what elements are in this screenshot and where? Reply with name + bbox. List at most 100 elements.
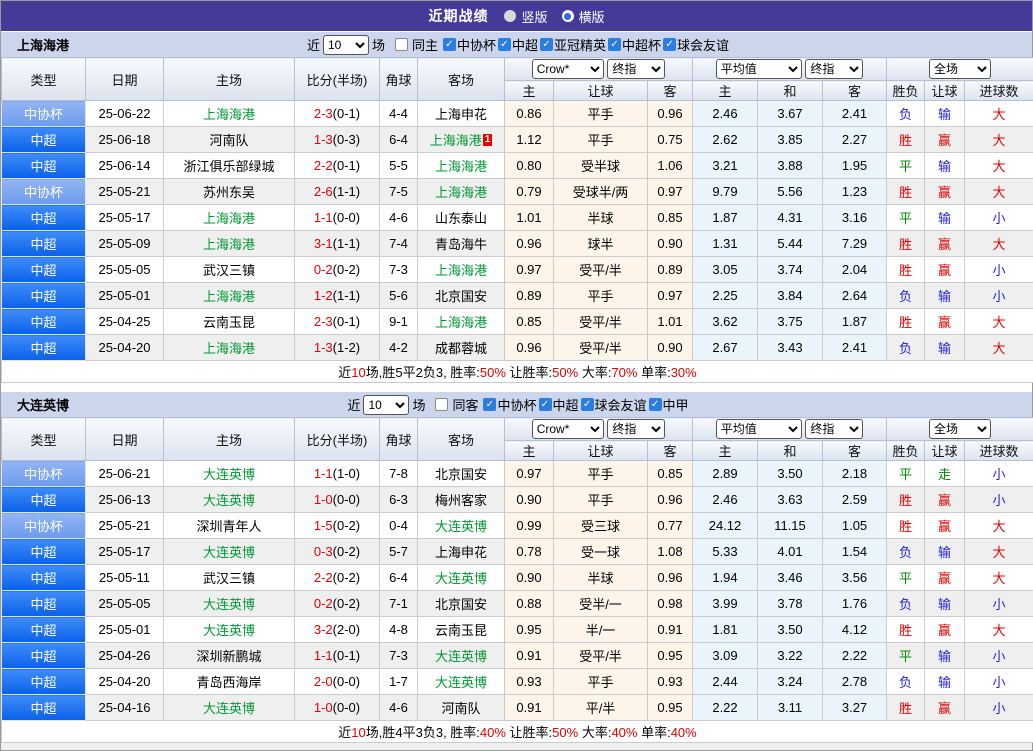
away-team-name: 上海海港 [435, 263, 487, 278]
match-row: 中协杯25-05-21深圳青年人1-5(0-2)0-4大连英博0.99受三球0.… [2, 513, 1033, 539]
full-time-score: 1-0 [314, 492, 333, 507]
match-row: 中协杯25-06-21大连英博1-1(1-0)7-8北京国安0.97平手0.85… [2, 461, 1033, 487]
match-row: 中超25-04-25云南玉昆2-3(0-1)9-1上海海港0.85受平/半1.0… [2, 309, 1033, 335]
avg-away: 2.59 [823, 487, 887, 513]
match-date: 25-05-05 [86, 257, 164, 283]
odds-stage-select[interactable]: 终指 [607, 59, 665, 79]
recent-count-select[interactable]: 10 [323, 35, 369, 55]
away-team-name: 上海海港 [435, 185, 487, 200]
match-row: 中超25-06-13大连英博1-0(0-0)6-3梅州客家0.90平手0.962… [2, 487, 1033, 513]
league-checkbox-4[interactable]: ✓ [663, 38, 676, 51]
league-label-1: 中超 [553, 395, 579, 414]
league-checkbox-1[interactable]: ✓ [498, 38, 511, 51]
full-time-score: 2-6 [314, 184, 333, 199]
summary-segment: 让胜率: [506, 725, 552, 740]
half-time-score: (0-2) [333, 570, 360, 585]
average-stage-select[interactable]: 终指 [805, 419, 863, 439]
result-outcome: 胜 [887, 179, 925, 205]
odds-away: 0.85 [648, 205, 693, 231]
odds-away: 0.96 [648, 565, 693, 591]
same-venue-checkbox[interactable] [395, 38, 408, 51]
odds-handicap: 受平/半 [554, 643, 648, 669]
page: 近期战绩 竖版横版 上海海港近10场同主✓中协杯✓中超✓亚冠精英✓中超杯✓球会友… [0, 0, 1033, 751]
odds-handicap: 受平/半 [554, 309, 648, 335]
away-team: 北京国安 [418, 591, 505, 617]
odds-home: 0.91 [505, 643, 554, 669]
full-time-score: 1-0 [314, 700, 333, 715]
odds-company-select[interactable]: Crow* [532, 59, 604, 79]
league-checkbox-0[interactable]: ✓ [483, 398, 496, 411]
half-time-score: (0-2) [333, 544, 360, 559]
avg-home: 1.31 [693, 231, 758, 257]
recent-count-select[interactable]: 10 [363, 395, 409, 415]
half-time-score: (0-0) [333, 210, 360, 225]
result-goals: 大 [965, 617, 1033, 643]
radio-label-vertical: 竖版 [521, 7, 547, 26]
result-handicap: 输 [925, 153, 965, 179]
away-team: 梅州客家 [418, 487, 505, 513]
full-time-score: 1-2 [314, 288, 333, 303]
match-type: 中超 [2, 127, 86, 153]
corner-score: 5-5 [380, 153, 418, 179]
result-goals: 小 [965, 487, 1033, 513]
match-date: 25-05-17 [86, 539, 164, 565]
summary-segment: 50% [480, 365, 506, 380]
avg-away: 1.76 [823, 591, 887, 617]
league-checkbox-2[interactable]: ✓ [540, 38, 553, 51]
result-goals: 大 [965, 179, 1033, 205]
match-date: 25-05-01 [86, 283, 164, 309]
radio-icon-horizontal [562, 10, 574, 22]
summary-segment: 30% [671, 365, 697, 380]
full-time-score: 3-2 [314, 622, 333, 637]
match-type: 中超 [2, 695, 86, 721]
result-goals: 小 [965, 643, 1033, 669]
league-checkbox-2[interactable]: ✓ [581, 398, 594, 411]
home-team-name: 浙江俱乐部绿城 [183, 159, 274, 174]
result-goals: 大 [965, 309, 1033, 335]
away-team-name: 北京国安 [435, 289, 487, 304]
odds-away: 0.97 [648, 283, 693, 309]
sub-header-0: 主 [505, 81, 554, 101]
away-team: 大连英博 [418, 669, 505, 695]
sub-header-8: 进球数 [965, 441, 1033, 461]
league-checkbox-3[interactable]: ✓ [608, 38, 621, 51]
away-team-name: 上海海港 [435, 315, 487, 330]
scope-select[interactable]: 全场 [929, 59, 991, 79]
half-time-score: (0-1) [333, 314, 360, 329]
result-handicap: 走 [925, 461, 965, 487]
scope-select[interactable]: 全场 [929, 419, 991, 439]
average-stage-select[interactable]: 终指 [805, 59, 863, 79]
odds-home: 0.88 [505, 591, 554, 617]
average-label-select[interactable]: 平均值 [716, 419, 802, 439]
home-team: 上海海港 [164, 283, 295, 309]
away-team: 大连英博 [418, 513, 505, 539]
league-checkbox-3[interactable]: ✓ [649, 398, 662, 411]
radio-option-horizontal[interactable]: 横版 [562, 7, 605, 26]
summary-segment: 70% [611, 365, 637, 380]
away-team: 上海申花 [418, 101, 505, 127]
result-outcome: 平 [887, 461, 925, 487]
match-date: 25-04-25 [86, 309, 164, 335]
summary-row: 近10场,胜4平3负3, 胜率:40% 让胜率:50% 大率:40% 单率:40… [2, 721, 1033, 743]
odds-stage-select[interactable]: 终指 [607, 419, 665, 439]
home-team: 深圳青年人 [164, 513, 295, 539]
average-label-select[interactable]: 平均值 [716, 59, 802, 79]
away-team: 大连英博 [418, 565, 505, 591]
away-team-name: 北京国安 [435, 467, 487, 482]
avg-draw: 3.50 [758, 461, 823, 487]
score-cell: 0-3(0-2) [295, 539, 380, 565]
full-time-score: 1-3 [314, 340, 333, 355]
odds-company-select[interactable]: Crow* [532, 419, 604, 439]
away-team-name: 大连英博 [435, 519, 487, 534]
league-checkbox-1[interactable]: ✓ [539, 398, 552, 411]
same-venue-checkbox[interactable] [435, 398, 448, 411]
odds-handicap: 平/半 [554, 695, 648, 721]
match-type: 中超 [2, 617, 86, 643]
odds-handicap: 受一球 [554, 539, 648, 565]
avg-draw: 3.74 [758, 257, 823, 283]
odds-home: 0.90 [505, 487, 554, 513]
league-checkbox-0[interactable]: ✓ [443, 38, 456, 51]
odds-home: 1.12 [505, 127, 554, 153]
sections-container: 上海海港近10场同主✓中协杯✓中超✓亚冠精英✓中超杯✓球会友谊类型日期主场比分(… [1, 31, 1032, 743]
radio-option-vertical[interactable]: 竖版 [504, 7, 547, 26]
